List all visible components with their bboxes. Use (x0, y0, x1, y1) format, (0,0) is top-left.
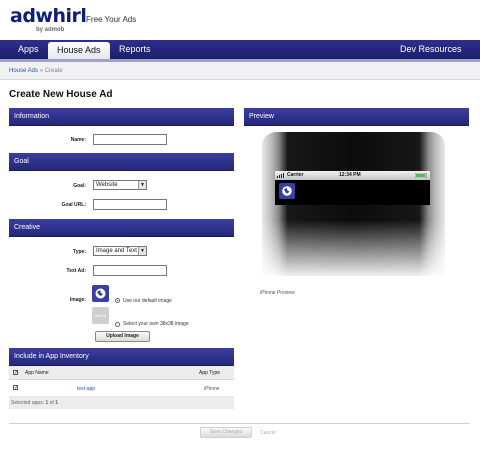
carrier-label: Carrier (287, 172, 304, 178)
app-type-cell: iPhone (204, 386, 220, 392)
goal-select-value: Website (96, 182, 118, 188)
actions-divider (9, 423, 469, 424)
table-row: ✓ test-app iPhone (9, 381, 234, 397)
selected-apps-summary: Selected apps: 1 of 1 (11, 400, 58, 406)
nav-reports[interactable]: Reports (119, 40, 151, 59)
admob-byline: by admob (36, 27, 65, 33)
preview-caption: iPhone Preview (260, 290, 295, 296)
app-header: adwhirl by admob Free Your Ads (0, 0, 480, 40)
default-image-thumb (92, 285, 109, 302)
globe-icon (282, 186, 292, 196)
text-ad-input[interactable] (93, 265, 167, 276)
col-app-name: App Name (25, 370, 49, 376)
upload-image-button[interactable]: Upload Image (95, 331, 150, 342)
selected-of: of (49, 400, 54, 406)
default-image-radio[interactable] (115, 298, 120, 303)
save-changes-button[interactable]: Save Changes (200, 427, 252, 438)
iphone-status-bar: Carrier 12:34 PM (275, 171, 430, 180)
goal-url-label: Goal URL: (61, 202, 86, 208)
own-image-option-label: Select your own 38x38 image (123, 321, 189, 327)
phone-reflection-fade (262, 220, 445, 280)
preview-ad-icon (279, 183, 295, 199)
nav-dev-resources[interactable]: Dev Resources (400, 40, 462, 59)
type-select[interactable]: Image and Text ▼ (93, 246, 147, 256)
breadcrumb-separator: » (39, 68, 44, 74)
breadcrumb-house-ads[interactable]: House Ads (9, 68, 38, 74)
signal-icon (277, 173, 284, 178)
app-name-link[interactable]: test-app (77, 386, 95, 392)
adwhirl-logo[interactable]: adwhirl (10, 6, 87, 26)
goal-header: Goal (9, 153, 234, 171)
app-row-checkbox[interactable]: ✓ (13, 385, 19, 391)
nav-house-ads[interactable]: House Ads (48, 42, 110, 59)
breadcrumb-bar: House Ads » Create (0, 62, 480, 80)
name-input[interactable] (93, 134, 167, 145)
inventory-table-header: ✓ App Name App Type (9, 366, 234, 380)
tagline: Free Your Ads (86, 15, 137, 24)
selected-count: 1 (45, 400, 49, 406)
selected-apps-label: Selected apps: (11, 400, 45, 406)
breadcrumb: House Ads » Create (9, 68, 63, 74)
inventory-header: Include in App Inventory (9, 348, 234, 366)
own-image-radio[interactable] (115, 322, 120, 327)
checkmark-icon: ✓ (14, 370, 19, 376)
nav-apps[interactable]: Apps (18, 40, 39, 59)
type-select-value: Image and Text (96, 248, 137, 254)
goal-url-input[interactable] (93, 199, 167, 210)
goal-select[interactable]: Website ▼ (93, 180, 147, 190)
chevron-down-icon: ▼ (138, 181, 146, 189)
placeholder-size-text: 38x38 (95, 313, 106, 318)
battery-icon (415, 173, 427, 178)
breadcrumb-current: Create (44, 68, 63, 74)
chevron-down-icon: ▼ (138, 247, 146, 255)
preview-header: Preview (244, 108, 469, 126)
total-count: 1 (55, 400, 58, 406)
custom-image-placeholder: 38x38 (92, 307, 109, 324)
text-ad-label: Text Ad: (66, 268, 86, 274)
name-label: Name: (70, 137, 86, 143)
inventory-table-footer: Selected apps: 1 of 1 (9, 397, 234, 409)
page-title: Create New House Ad (9, 89, 113, 100)
checkmark-icon: ✓ (14, 385, 19, 391)
col-app-type: App Type (199, 370, 221, 376)
type-label: Type: (73, 249, 86, 255)
goal-label: Goal: (73, 183, 86, 189)
globe-icon (95, 288, 106, 299)
image-label: Image: (69, 297, 86, 303)
cancel-link[interactable]: Cancel (260, 430, 276, 436)
information-header: Information (9, 108, 234, 126)
time-label: 12:34 PM (339, 172, 361, 178)
creative-header: Creative (9, 219, 234, 237)
main-nav: Apps House Ads Reports Dev Resources (0, 40, 480, 62)
select-all-checkbox[interactable]: ✓ (13, 370, 19, 376)
default-image-option-label: Use our default image (123, 298, 172, 304)
